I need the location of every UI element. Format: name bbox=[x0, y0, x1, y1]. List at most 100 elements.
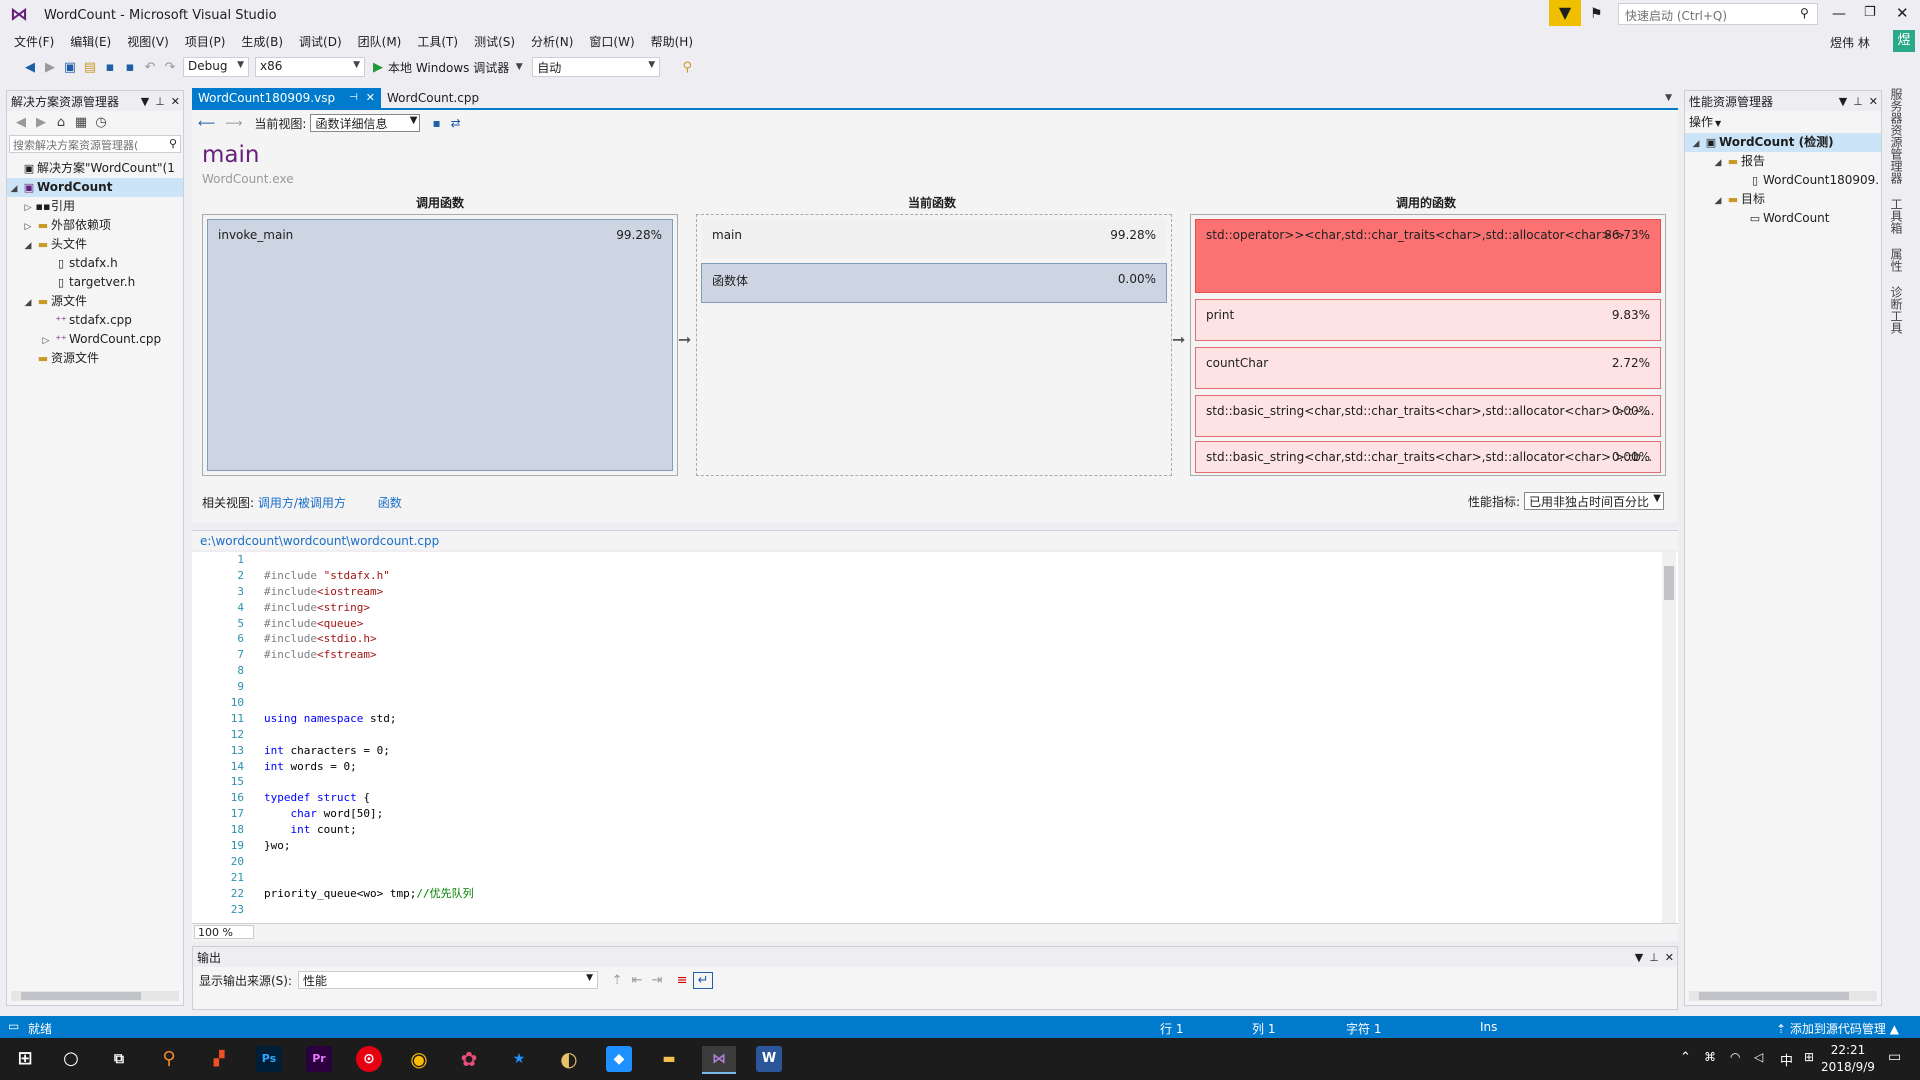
solution-search-input[interactable]: 搜索解决方案资源管理器(⚲ bbox=[9, 135, 181, 153]
code-line[interactable]: char word[50]; bbox=[264, 806, 474, 822]
rail-server-explorer[interactable]: 服务器资源管理器 bbox=[1888, 88, 1905, 184]
vertical-scrollbar[interactable] bbox=[1662, 552, 1676, 923]
menu-view[interactable]: 视图(V) bbox=[119, 30, 177, 53]
forward-icon[interactable]: ▶ bbox=[41, 60, 59, 75]
share-icon[interactable]: ⇄ bbox=[451, 116, 461, 130]
link-caller-callee[interactable]: 调用方/被调用方 bbox=[258, 496, 346, 510]
code-editor[interactable]: 1 2 3 4 5 6 7 8 9 10 11 12 13 14 15 16 17 18 19 20 21 22 23 #i… bbox=[192, 552, 1678, 923]
callee-cell[interactable]: std::basic_string<char,std::char_traits<… bbox=[1195, 441, 1661, 473]
netease-music-icon[interactable]: ⊙ bbox=[356, 1046, 382, 1072]
code-line[interactable]: int count; bbox=[264, 822, 474, 838]
current-view-select[interactable]: 函数详细信息 ▼ bbox=[310, 114, 421, 132]
new-project-icon[interactable]: ▣ bbox=[61, 60, 79, 75]
dropdown-icon[interactable]: ▼ bbox=[141, 95, 149, 108]
search-icon[interactable]: ⚲ bbox=[1800, 6, 1809, 20]
ime-indicator[interactable]: 中 bbox=[1780, 1050, 1793, 1069]
note-app-icon[interactable]: ◆ bbox=[606, 1046, 632, 1072]
save-icon[interactable]: ▪ bbox=[101, 60, 119, 75]
menu-team[interactable]: 团队(M) bbox=[350, 30, 410, 53]
dropdown-icon[interactable]: ▼ bbox=[1839, 95, 1847, 108]
callee-cell[interactable]: print 9.83% bbox=[1195, 299, 1661, 341]
rail-diagnostic-tools[interactable]: 诊断工具 bbox=[1888, 286, 1905, 334]
close-tab-icon[interactable]: ✕ bbox=[366, 88, 375, 108]
horizontal-scrollbar[interactable] bbox=[1689, 991, 1877, 1001]
task-view-icon[interactable]: ⧉ bbox=[106, 1046, 132, 1072]
function-body-cell[interactable]: 函数体 0.00% bbox=[701, 263, 1167, 303]
pin-icon[interactable]: ⊥ bbox=[1649, 951, 1659, 964]
close-icon[interactable]: ✕ bbox=[1665, 951, 1674, 964]
word-icon[interactable]: W bbox=[756, 1046, 782, 1072]
wifi-icon[interactable]: ◠ bbox=[1730, 1050, 1740, 1064]
tree-header-files[interactable]: ◢ ▬ 头文件 bbox=[7, 235, 183, 254]
windows-start-icon[interactable]: ⊞ bbox=[12, 1046, 38, 1072]
search-icon[interactable]: ○ bbox=[58, 1046, 84, 1072]
menu-edit[interactable]: 编辑(E) bbox=[62, 30, 119, 53]
debug-mode-select[interactable]: 自动 ▼ bbox=[532, 57, 661, 77]
history-icon[interactable]: ◷ bbox=[92, 115, 110, 130]
menu-file[interactable]: 文件(F) bbox=[6, 30, 62, 53]
restore-button[interactable]: ❐ bbox=[1864, 5, 1876, 20]
tab-wordcount-cpp[interactable]: WordCount.cpp bbox=[381, 88, 485, 108]
clock-date[interactable]: 2018/9/9 bbox=[1808, 1060, 1888, 1074]
tree-reports[interactable]: ◢ ▬ 报告 bbox=[1685, 152, 1881, 171]
tree-report-file[interactable]: ▯ WordCount180909. bbox=[1685, 171, 1881, 190]
menu-project[interactable]: 项目(P) bbox=[177, 30, 234, 53]
back-icon[interactable]: ◀ bbox=[21, 60, 39, 75]
tab-vsp-report[interactable]: WordCount180909.vsp ⊣ ✕ bbox=[192, 88, 382, 108]
file-explorer-icon[interactable]: ▬ bbox=[656, 1046, 682, 1072]
photoshop-icon[interactable]: Ps bbox=[256, 1046, 282, 1072]
code-line[interactable]: typedef struct { bbox=[264, 790, 474, 806]
code-line[interactable] bbox=[264, 902, 474, 918]
tree-file[interactable]: ▯ stdafx.h bbox=[7, 254, 183, 273]
source-file-path[interactable]: e:\wordcount\wordcount\wordcount.cpp bbox=[192, 530, 1678, 550]
redo-icon[interactable]: ↷ bbox=[161, 60, 179, 75]
premiere-icon[interactable]: Pr bbox=[306, 1046, 332, 1072]
code-line[interactable]: #include "stdafx.h" bbox=[264, 568, 474, 584]
code-line[interactable]: #include<iostream> bbox=[264, 584, 474, 600]
dropdown-icon[interactable]: ▼ bbox=[1635, 951, 1643, 964]
visual-studio-taskbar-icon[interactable]: ⋈ bbox=[702, 1046, 736, 1074]
undo-icon[interactable]: ↶ bbox=[141, 60, 159, 75]
star-app-icon[interactable]: ★ bbox=[506, 1046, 532, 1072]
code-line[interactable]: #include<queue> bbox=[264, 616, 474, 632]
menu-test[interactable]: 测试(S) bbox=[466, 30, 523, 53]
link-functions[interactable]: 函数 bbox=[378, 496, 402, 510]
search-app-icon[interactable]: ⚲ bbox=[156, 1046, 182, 1072]
callee-cell[interactable]: std::basic_string<char,std::char_traits<… bbox=[1195, 395, 1661, 437]
code-line[interactable] bbox=[264, 679, 474, 695]
prev-message-icon[interactable]: ⇤ bbox=[628, 973, 646, 988]
app-store-icon[interactable]: ▞ bbox=[206, 1046, 232, 1072]
callee-cell[interactable]: countChar 2.72% bbox=[1195, 347, 1661, 389]
home-icon[interactable]: ⌂ bbox=[52, 115, 70, 130]
code-line[interactable] bbox=[264, 854, 474, 870]
code-line[interactable]: using namespace std; bbox=[264, 711, 474, 727]
clock-time[interactable]: 22:21 bbox=[1816, 1043, 1880, 1057]
code-line[interactable]: int characters = 0; bbox=[264, 743, 474, 759]
find-icon[interactable]: ⚲ bbox=[678, 60, 696, 75]
code-line[interactable] bbox=[264, 695, 474, 711]
zoom-select[interactable]: 100 % bbox=[194, 925, 254, 939]
find-message-icon[interactable]: ⇡ bbox=[608, 973, 626, 988]
forward-icon[interactable]: ▶ bbox=[32, 115, 50, 130]
tree-external-deps[interactable]: ▷ ▬ 外部依赖项 bbox=[7, 216, 183, 235]
volume-icon[interactable]: ◁ bbox=[1754, 1050, 1763, 1064]
feedback-filter-icon[interactable]: ▼ bbox=[1549, 0, 1581, 26]
caller-cell[interactable]: invoke_main 99.28% bbox=[207, 219, 673, 471]
debug-target-dropdown-icon[interactable]: ▼ bbox=[510, 62, 528, 72]
source-control-button[interactable]: ⇡ 添加到源代码管理 ▲ bbox=[1776, 1020, 1899, 1037]
code-line[interactable] bbox=[264, 870, 474, 886]
rail-toolbox[interactable]: 工具箱 bbox=[1888, 198, 1905, 234]
save-report-icon[interactable]: ▪ bbox=[432, 116, 440, 130]
tree-references[interactable]: ▷ ▪▪引用 bbox=[7, 197, 183, 216]
switch-views-icon[interactable]: ▦ bbox=[72, 115, 90, 130]
next-message-icon[interactable]: ⇥ bbox=[648, 973, 666, 988]
current-function-cell[interactable]: main 99.28% bbox=[701, 219, 1167, 259]
close-window-button[interactable]: ✕ bbox=[1896, 4, 1909, 22]
tree-perf-session[interactable]: ◢ ▣ WordCount (检测) bbox=[1685, 133, 1881, 152]
code-line[interactable]: }wo; bbox=[264, 838, 474, 854]
disc-app-icon[interactable]: ◐ bbox=[556, 1046, 582, 1072]
back-icon[interactable]: ◀ bbox=[12, 115, 30, 130]
solution-platform-select[interactable]: x86 ▼ bbox=[255, 57, 365, 77]
tree-targets[interactable]: ◢ ▬ 目标 bbox=[1685, 190, 1881, 209]
menu-window[interactable]: 窗口(W) bbox=[581, 30, 642, 53]
